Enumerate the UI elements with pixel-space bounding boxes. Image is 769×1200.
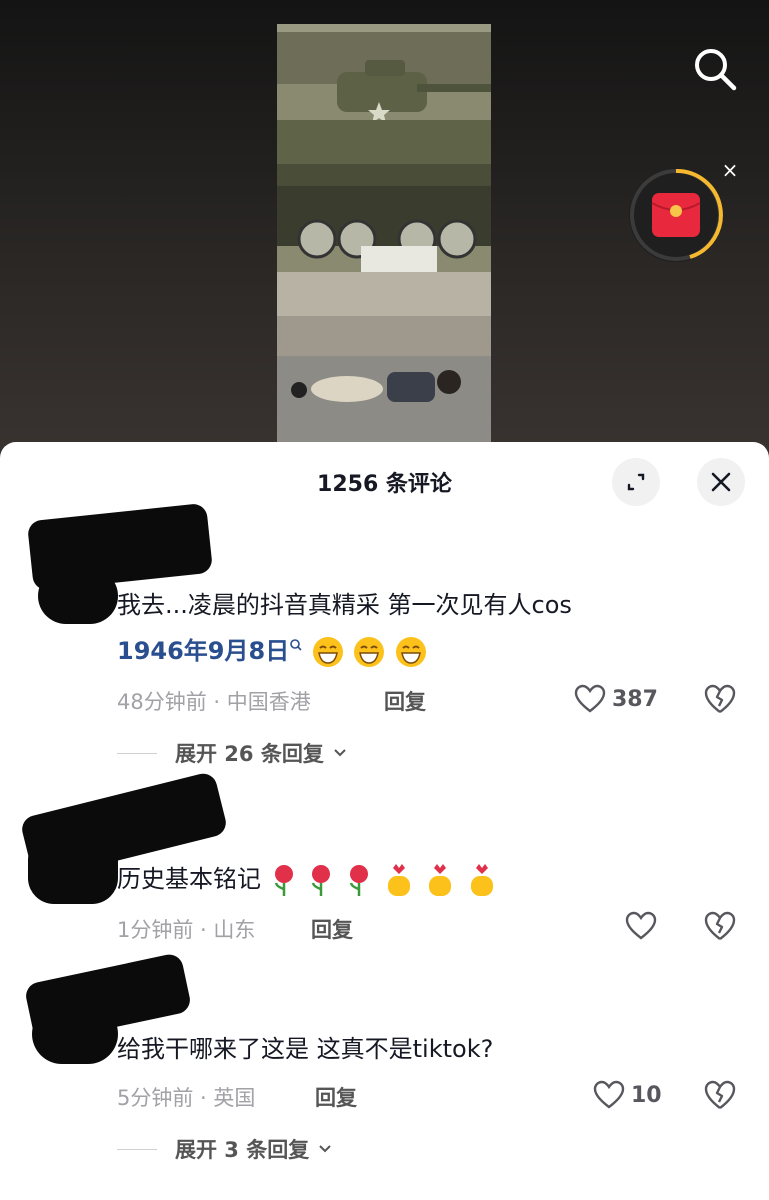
chevron-down-icon (334, 749, 346, 757)
comment-text: 历史基本铭记 (117, 862, 499, 898)
expand-sheet-button[interactable] (612, 458, 660, 506)
redacted-avatar (32, 1004, 118, 1064)
comment-sheet: 1256 条评论 我去...凌晨的抖音真精采 第一次见有人cos 1946年9月… (0, 442, 769, 1200)
finger-heart-emoji-icon (387, 864, 410, 896)
expand-replies-label: 展开 3 条回复 (175, 1138, 310, 1162)
rose-emoji-icon (312, 865, 331, 896)
comment-time-location: 1分钟前 · 山东 (117, 918, 256, 942)
expand-icon (627, 473, 645, 491)
grin-emoji-icon (354, 637, 385, 667)
video-thumbnail[interactable] (277, 24, 491, 454)
date-search-link[interactable]: 1946年9月8日 (117, 637, 289, 665)
comment-time-location: 5分钟前 · 英国 (117, 1086, 256, 1110)
like-button[interactable]: 387 (574, 682, 658, 716)
broken-heart-icon[interactable] (703, 1078, 737, 1112)
grin-emoji-icon (396, 637, 427, 667)
divider-line (117, 1148, 157, 1150)
broken-heart-icon[interactable] (703, 682, 737, 716)
redacted-avatar (28, 834, 118, 904)
search-icon[interactable] (690, 44, 740, 94)
reply-button[interactable]: 回复 (311, 914, 353, 944)
rose-emoji-icon (274, 865, 293, 896)
like-count: 387 (612, 686, 658, 712)
comment-text-line2: 1946年9月8日 (117, 634, 428, 669)
heart-outline-icon (593, 1080, 625, 1109)
like-button[interactable] (625, 909, 663, 943)
comment-text: 给我干哪来了这是 这真不是tiktok? (117, 1035, 494, 1063)
close-sheet-button[interactable] (697, 458, 745, 506)
close-icon (711, 472, 731, 492)
broken-heart-icon[interactable] (703, 909, 737, 943)
comment-time-location: 48分钟前 · 中国香港 (117, 690, 311, 714)
chevron-down-icon (319, 1145, 331, 1153)
expand-replies-button[interactable]: 展开 3 条回复 (117, 1134, 333, 1164)
comment-text: 我去...凌晨的抖音真精采 第一次见有人cos (117, 591, 572, 619)
grin-emoji-icon (312, 637, 343, 667)
like-count: 10 (631, 1082, 662, 1108)
finger-heart-emoji-icon (470, 864, 493, 896)
like-button[interactable]: 10 (593, 1078, 662, 1112)
red-packet-icon[interactable] (628, 165, 728, 265)
heart-outline-icon (625, 911, 657, 940)
search-small-icon (290, 639, 302, 651)
divider-line (117, 752, 157, 754)
reply-button[interactable]: 回复 (384, 686, 426, 716)
close-red-packet-button[interactable]: × (718, 158, 742, 182)
finger-heart-emoji-icon (429, 864, 452, 896)
redacted-avatar (38, 568, 118, 624)
tank-museum-image (277, 24, 491, 454)
expand-replies-button[interactable]: 展开 26 条回复 (117, 738, 348, 768)
expand-replies-label: 展开 26 条回复 (175, 742, 324, 766)
heart-outline-icon (574, 684, 606, 713)
reply-button[interactable]: 回复 (315, 1082, 357, 1112)
comment-text-content: 历史基本铭记 (117, 865, 261, 893)
rose-emoji-icon (349, 865, 368, 896)
